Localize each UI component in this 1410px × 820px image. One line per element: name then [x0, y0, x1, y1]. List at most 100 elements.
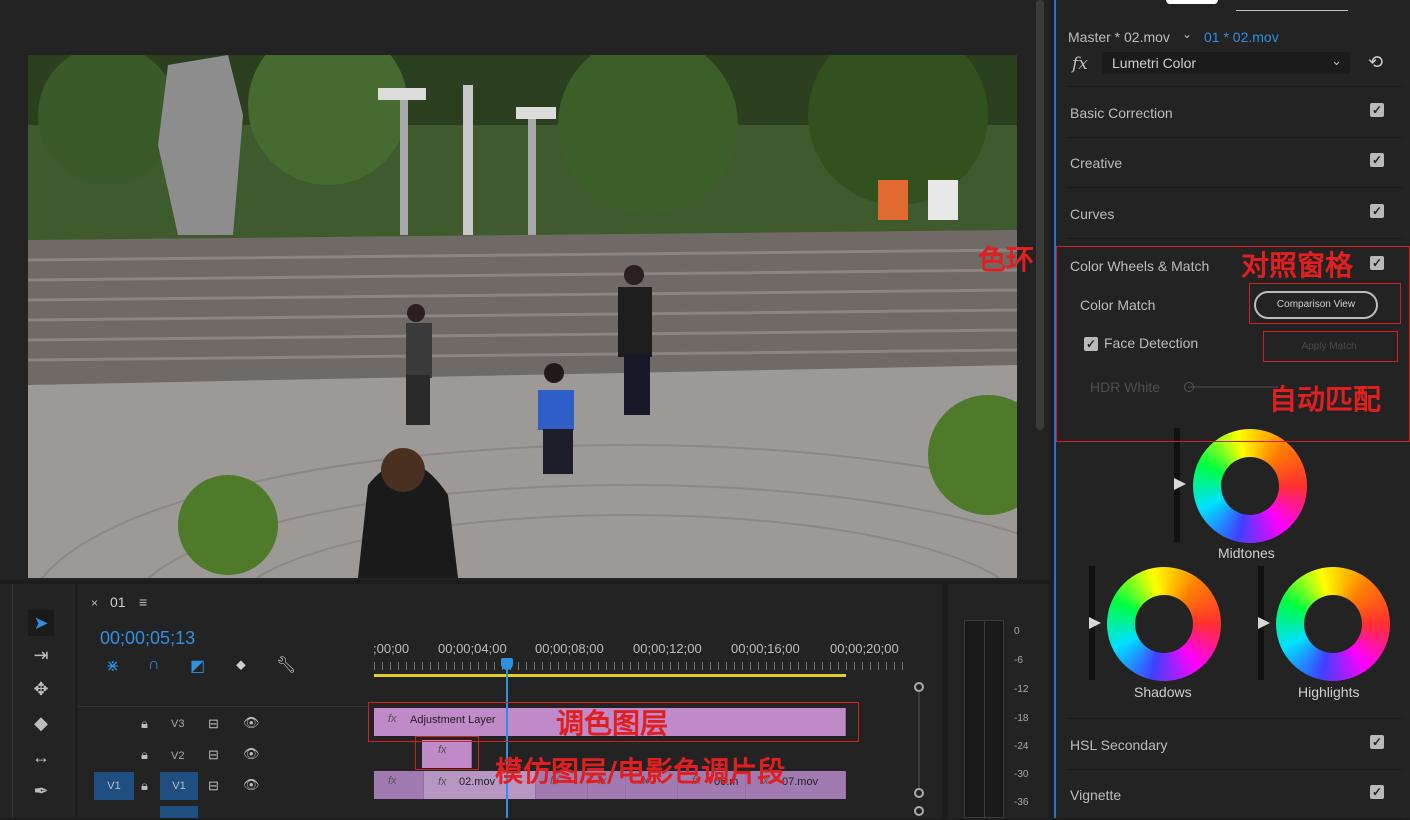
track-select-tool-icon[interactable]: ⇥ [28, 642, 54, 668]
meter-label: 0 [1014, 626, 1020, 637]
track-target-a1[interactable] [160, 806, 198, 818]
razor-tool-icon[interactable]: ◆ [28, 710, 54, 736]
pen-tool-icon[interactable]: ✒ [28, 778, 54, 804]
shadows-slider-handle[interactable] [1089, 617, 1101, 629]
menu-icon[interactable]: ≡ [139, 594, 147, 610]
scroll-handle-top[interactable] [914, 682, 924, 692]
section-label: Curves [1070, 206, 1115, 222]
section-basic-correction[interactable]: Basic Correction ✓ [1068, 86, 1403, 138]
active-clip-label[interactable]: 01 * 02.mov [1204, 29, 1279, 45]
chevron-down-icon[interactable]: ⌄ [1182, 27, 1192, 41]
section-curves[interactable]: Curves ✓ [1068, 188, 1403, 239]
eye-icon[interactable]: 👁︎ [243, 746, 260, 762]
video-image [28, 55, 1017, 578]
snap-magnet-icon[interactable]: ∩ [148, 656, 160, 674]
clip-name: 02.mov [459, 776, 496, 788]
video-frame [28, 55, 1017, 578]
panel-tab-underline [1236, 10, 1348, 11]
meter-label: -12 [1014, 684, 1029, 695]
track-label-v3: V3 [171, 718, 185, 730]
eye-icon[interactable]: 👁︎ [243, 715, 260, 731]
source-patch-label: V1 [107, 780, 121, 792]
wrench-icon[interactable]: 🔧︎ [276, 655, 296, 675]
ruler-label: ;00;00 [373, 641, 410, 656]
ruler-label: 00;00;20;00 [830, 641, 899, 656]
source-patch-v1[interactable]: V1 [94, 772, 134, 800]
shadows-label: Shadows [1134, 684, 1192, 700]
vertical-scrollbar[interactable] [918, 692, 920, 788]
section-label: Vignette [1070, 787, 1122, 803]
scroll-handle-h[interactable] [914, 806, 924, 816]
selection-tool-icon[interactable]: ➤ [28, 610, 54, 636]
section-enable-checkbox[interactable]: ✓ [1370, 735, 1384, 749]
section-enable-checkbox[interactable]: ✓ [1370, 153, 1384, 167]
ruler-label: 00;00;12;00 [633, 641, 702, 656]
sequence-tab[interactable]: 01 [110, 594, 126, 610]
eye-icon[interactable]: 👁︎ [243, 777, 260, 793]
meter-label: -36 [1014, 797, 1029, 808]
master-clip-label[interactable]: Master * 02.mov [1068, 29, 1170, 45]
timecode-display[interactable]: 00;00;05;13 [100, 628, 195, 649]
section-hsl-secondary[interactable]: HSL Secondary ✓ [1068, 718, 1403, 770]
section-enable-checkbox[interactable]: ✓ [1370, 785, 1384, 799]
effect-select-value: Lumetri Color [1112, 55, 1197, 71]
linked-selection-icon[interactable]: ◩ [190, 656, 205, 676]
highlights-color-wheel[interactable] [1276, 567, 1390, 681]
annotation-imitation-layer: 模仿图层/电影色调片段 [495, 755, 786, 788]
playhead-handle[interactable] [501, 658, 513, 670]
track-label-v1: V1 [172, 780, 186, 792]
sync-lock-icon[interactable]: ⊟ [208, 716, 219, 732]
midtones-color-wheel[interactable] [1193, 429, 1307, 543]
sync-lock-icon[interactable]: ⊟ [208, 747, 219, 763]
lock-icon[interactable]: 🔒︎ [141, 747, 148, 763]
lock-icon[interactable]: 🔒︎ [141, 778, 148, 794]
annotation-box-comparison-view [1249, 283, 1401, 324]
ruler-label: 00;00;16;00 [731, 641, 800, 656]
v1-clip-1[interactable]: fx [374, 771, 424, 799]
monitor-scrollbar[interactable] [1036, 0, 1044, 430]
section-label: Creative [1070, 155, 1123, 171]
time-ruler-ticks[interactable] [374, 662, 904, 670]
highlights-label: Highlights [1298, 684, 1360, 700]
lock-icon[interactable]: 🔒︎ [141, 716, 148, 732]
audio-meter-bar [964, 620, 1004, 818]
scroll-handle-bottom[interactable] [914, 788, 924, 798]
annotation-auto-match: 自动匹配 [1269, 383, 1382, 416]
annotation-comparison-pane: 对照窗格 [1241, 249, 1354, 282]
marker-icon[interactable]: ⬥ [236, 656, 246, 673]
annotation-grading-layer: 调色图层 [556, 707, 669, 740]
slip-tool-icon[interactable]: ↔ [28, 744, 54, 770]
panel-tab-indicator [1166, 0, 1218, 4]
work-area-bar[interactable] [374, 674, 846, 677]
midtones-slider-handle[interactable] [1174, 478, 1186, 490]
section-label: HSL Secondary [1070, 737, 1168, 753]
track-target-v1[interactable]: V1 [160, 772, 198, 800]
meter-label: -18 [1014, 713, 1029, 724]
playhead-line[interactable] [506, 670, 508, 818]
track-label-v2: V2 [171, 750, 185, 762]
close-icon[interactable]: × [91, 596, 98, 610]
annotation-color-wheel: 色环 [978, 243, 1035, 276]
meter-label: -30 [1014, 769, 1029, 780]
ripple-edit-tool-icon[interactable]: ✥ [28, 676, 54, 702]
section-vignette[interactable]: Vignette ✓ [1068, 769, 1403, 820]
nest-icon[interactable]: ⋇ [106, 656, 119, 676]
annotation-box-apply-match [1263, 331, 1398, 362]
sync-lock-icon[interactable]: ⊟ [208, 778, 219, 794]
fx-badge: fx [438, 776, 447, 788]
section-label: Basic Correction [1070, 105, 1173, 121]
tools-panel: ➤ ⇥ ✥ ◆ ↔ ✒ [0, 584, 75, 818]
highlights-slider-handle[interactable] [1258, 617, 1270, 629]
meter-label: -6 [1014, 655, 1023, 666]
audio-meter-panel [948, 584, 1048, 818]
section-enable-checkbox[interactable]: ✓ [1370, 204, 1384, 218]
ruler-label: 00;00;04;00 [438, 641, 507, 656]
effect-select[interactable]: Lumetri Color ⌄ [1102, 52, 1350, 74]
shadows-color-wheel[interactable] [1107, 567, 1221, 681]
section-creative[interactable]: Creative ✓ [1068, 137, 1403, 188]
clip-name: 07.mov [782, 776, 819, 788]
meter-label: -24 [1014, 741, 1029, 752]
reset-icon[interactable]: ⟲ [1368, 52, 1383, 73]
fx-badge: fx [388, 775, 397, 787]
section-enable-checkbox[interactable]: ✓ [1370, 103, 1384, 117]
